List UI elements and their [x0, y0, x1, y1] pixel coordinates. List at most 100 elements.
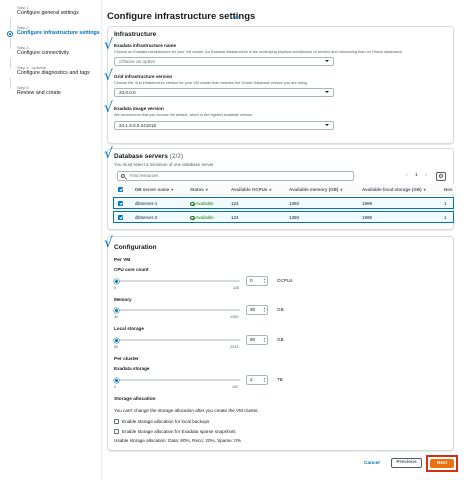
- cell-status: Available: [190, 201, 214, 206]
- table-row[interactable]: dbServer-2 Available 124 1360 1999 1: [113, 211, 454, 223]
- pager-next[interactable]: ›: [425, 173, 427, 178]
- step-2[interactable]: Step 2 Configure infrastructure settings: [7, 25, 100, 37]
- image-version-label: Exadata image version: [114, 106, 164, 111]
- cpu-slider[interactable]: [113, 278, 240, 284]
- cell-status-text: Available: [195, 201, 214, 206]
- step-1[interactable]: Step 1 Configure general settings: [7, 5, 79, 17]
- stepper-arrows-icon[interactable]: ▴ ▾: [264, 337, 265, 343]
- slider-thumb[interactable]: [113, 278, 119, 284]
- search-icon: [121, 173, 125, 178]
- stepper-arrows-icon[interactable]: ▴ ▾: [264, 307, 265, 313]
- memory-max: 1390: [230, 315, 239, 319]
- cancel-button[interactable]: Cancel: [364, 461, 380, 466]
- local-storage-value: 60: [250, 337, 256, 342]
- exadata-storage-min: 2: [114, 385, 117, 389]
- step-name: Configure connectivity: [17, 50, 70, 56]
- col-header[interactable]: Hos: [444, 187, 453, 192]
- info-link[interactable]: Info: [233, 14, 240, 19]
- step-name: Configure general settings: [17, 10, 79, 16]
- step-name: Configure infrastructure settings: [17, 30, 100, 36]
- pager-prev[interactable]: ‹: [406, 173, 408, 178]
- col-header[interactable]: Status ▾: [190, 187, 208, 192]
- configuration-title: Configuration: [114, 244, 157, 251]
- cpu-value: 0: [250, 278, 253, 283]
- cell-memory: 1360: [289, 215, 300, 220]
- col-header[interactable]: DB server name ▾: [135, 187, 173, 192]
- grid-version-value: 23.0.0.0: [119, 90, 136, 95]
- cpu-stepper[interactable]: 0 ▴ ▾: [246, 276, 268, 286]
- col-header-text: DB server name: [135, 187, 170, 192]
- per-cluster-heading: Per cluster: [114, 357, 139, 362]
- pager-page[interactable]: 1: [415, 173, 418, 178]
- col-header-text: Available OCPUs: [231, 187, 268, 192]
- memory-label: Memory: [114, 297, 132, 302]
- check-icon: √: [104, 235, 113, 251]
- memory-min: 30: [114, 315, 119, 319]
- exadata-infra-placeholder: Choose an option: [119, 59, 156, 64]
- memory-unit: GB: [277, 307, 284, 312]
- stepper-arrows-icon[interactable]: ▴ ▾: [264, 377, 265, 383]
- local-backups-checkbox[interactable]: [114, 419, 119, 424]
- cpu-unit: OCPUs: [277, 278, 293, 283]
- search-placeholder: Find resources: [130, 173, 159, 178]
- next-button[interactable]: Next: [430, 459, 454, 468]
- step-current-icon: [7, 31, 13, 37]
- step-name: Review and create: [17, 90, 61, 96]
- caret-down-icon: [325, 60, 329, 62]
- exadata-storage-slider[interactable]: [113, 377, 240, 383]
- cpu-max: 126: [233, 286, 240, 290]
- sparse-snapshots-checkbox[interactable]: [114, 429, 119, 434]
- storage-allocation-heading: Storage allocation: [114, 397, 156, 402]
- col-header[interactable]: Available memory (GB) ▾: [289, 187, 342, 192]
- wizard-steps: Step 1 Configure general settings Step 2…: [0, 0, 100, 480]
- db-servers-title: Database servers (2/2): [114, 153, 183, 160]
- local-storage-stepper[interactable]: 60 ▴ ▾: [246, 335, 268, 345]
- cell-storage: 1999: [362, 215, 373, 220]
- cell-hos: 1: [444, 215, 447, 220]
- available-status-icon: [190, 201, 195, 206]
- cell-memory: 1360: [289, 201, 300, 206]
- exadata-infra-select[interactable]: Choose an option: [114, 57, 334, 66]
- image-version-select[interactable]: 24.1.5.0.0.241016: [114, 121, 334, 130]
- cell-status-text: Available: [195, 215, 214, 220]
- exadata-infra-label: Exadata infrastructure name: [114, 43, 177, 48]
- memory-stepper[interactable]: 30 ▴ ▾: [246, 305, 268, 315]
- col-header[interactable]: Available local storage (GB) ▾: [362, 187, 426, 192]
- storage-allocation-desc: You can't change the storage allocation …: [114, 408, 259, 413]
- cell-storage: 1999: [362, 201, 373, 206]
- table-row[interactable]: dbServer-1 Available 124 1360 1999 1: [113, 197, 454, 209]
- sort-icon: ▾: [171, 188, 174, 192]
- previous-button[interactable]: Previous: [391, 458, 422, 468]
- exadata-storage-max: 192: [232, 385, 239, 389]
- select-all-checkbox[interactable]: [118, 187, 123, 192]
- memory-slider[interactable]: [113, 307, 240, 313]
- next-button-highlight: Next: [426, 455, 458, 472]
- grid-version-desc: Choose the Grid infrastructure version f…: [114, 81, 308, 85]
- slider-thumb[interactable]: [113, 307, 119, 313]
- row-checkbox[interactable]: [118, 215, 123, 220]
- slider-thumb[interactable]: [113, 377, 119, 383]
- local-storage-slider[interactable]: [113, 337, 240, 343]
- col-header-text: Status: [190, 187, 204, 192]
- row-checkbox[interactable]: [118, 201, 123, 206]
- col-header[interactable]: Available OCPUs ▾: [231, 187, 271, 192]
- sort-icon: ▾: [340, 188, 343, 192]
- grid-version-select[interactable]: 23.0.0.0: [114, 88, 334, 97]
- stepper-arrows-icon[interactable]: ▴ ▾: [264, 278, 265, 284]
- step-name: Configure diagnostics and tags: [17, 70, 90, 76]
- search-input[interactable]: Find resources: [117, 171, 354, 181]
- cell-name: dbServer-2: [135, 215, 158, 220]
- grid-version-label: Grid infrastructure version: [114, 74, 173, 79]
- local-storage-max: 2243: [230, 345, 239, 349]
- slider-thumb[interactable]: [113, 337, 119, 343]
- gear-icon[interactable]: ⚙: [436, 172, 446, 181]
- sort-icon: ▾: [269, 188, 272, 192]
- exadata-storage-stepper[interactable]: 2 ▴ ▾: [246, 375, 268, 385]
- db-servers-title-text: Database servers: [114, 153, 168, 160]
- local-backups-label: Enable storage allocation for local back…: [122, 419, 210, 424]
- sparse-snapshots-label: Enable storage allocation for Exadata sp…: [122, 429, 236, 434]
- check-icon: √: [104, 100, 113, 116]
- exadata-storage-label: Exadata storage: [114, 366, 150, 371]
- image-version-desc: We recommend that you choose the default…: [114, 113, 254, 117]
- local-storage-label: Local storage: [114, 326, 144, 331]
